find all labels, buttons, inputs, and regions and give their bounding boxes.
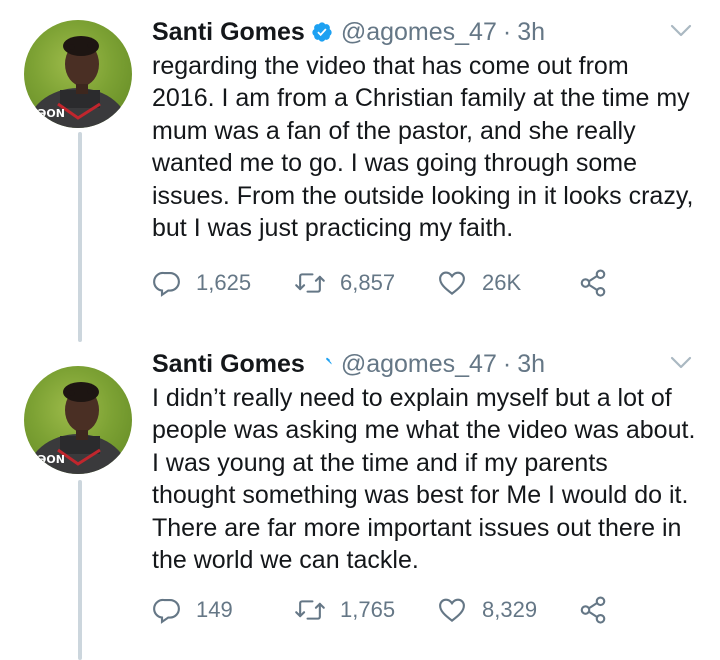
tweet-text-line: regarding the video that has come out fr… [152, 52, 629, 80]
tweet-content: Santi Gomes @agomes_47 · 3h regarding th… [152, 14, 700, 244]
share-icon [580, 269, 606, 297]
tweet-actions: 1,625 6,857 26K [152, 268, 608, 298]
timestamp[interactable]: 3h [517, 18, 545, 47]
tweet-text-line: I was young at the time and if my parent… [152, 448, 608, 477]
tweet-header: Santi Gomes @agomes_47 · 3h [152, 14, 700, 50]
share-button[interactable] [578, 268, 608, 298]
avatar[interactable]: ƏON [24, 20, 132, 128]
avatar-sponsor-text: ƏON [37, 107, 65, 120]
verified-badge-icon [311, 21, 333, 43]
reply-count: 149 [196, 597, 233, 622]
tweet-text-line: mum was a fan of the pastor, and she rea… [152, 116, 636, 145]
thread-connector-line [78, 132, 82, 342]
avatar-sponsor-text: ƏON [37, 453, 65, 466]
tweet-text-line: thought something was best for Me I woul… [152, 481, 689, 510]
reply-button[interactable]: 1,625 [152, 268, 294, 298]
thread-connector-line [78, 480, 82, 660]
retweet-button[interactable]: 6,857 [294, 268, 436, 298]
author-name[interactable]: Santi Gomes [152, 350, 305, 379]
author-handle[interactable]: @agomes_47 [341, 18, 497, 47]
share-button[interactable] [578, 595, 608, 625]
reply-icon [153, 271, 180, 297]
tweet-actions: 149 1,765 8,329 [152, 595, 608, 625]
like-count: 26K [482, 270, 522, 295]
retweet-icon [295, 600, 325, 620]
tweet[interactable]: ƏON Santi Gomes @agomes_47 · 3h regardin… [0, 0, 720, 342]
share-icon [580, 596, 606, 624]
player-photo-icon: ƏON [26, 36, 130, 128]
tweet-text-line: people was asking me what the video was … [152, 416, 696, 445]
player-photo-icon: ƏON [26, 382, 130, 474]
like-button[interactable]: 8,329 [436, 595, 578, 625]
tweet[interactable]: ƏON Santi Gomes @agomes_47 · 3h I didn’t… [0, 338, 720, 660]
tweet-text: regarding the video that has come out fr… [152, 50, 700, 244]
separator-dot: · [502, 17, 512, 46]
heart-icon [439, 271, 465, 295]
tweet-text-line: There are far more important issues out … [152, 513, 682, 542]
retweet-count: 6,857 [340, 270, 396, 295]
like-button[interactable]: 26K [436, 268, 578, 298]
tweet-text-line: issues. From the outside looking in it l… [152, 181, 694, 210]
avatar[interactable]: ƏON [24, 366, 132, 474]
tweet-header: Santi Gomes @agomes_47 · 3h [152, 346, 700, 382]
reply-icon [153, 598, 180, 624]
retweet-button[interactable]: 1,765 [294, 595, 436, 625]
chevron-down-icon[interactable] [670, 24, 692, 38]
retweet-count: 1,765 [340, 597, 396, 622]
tweet-text-line: I didn’t really need to explain myself b… [152, 384, 672, 412]
tweet-text-line: 2016. I am from a Christian family at th… [152, 84, 690, 113]
tweet-text: I didn’t really need to explain myself b… [152, 382, 700, 576]
tweet-text-line: but I was just practicing my faith. [152, 214, 514, 243]
tweet-text-line: wanted me to go. I was going through som… [152, 149, 638, 178]
timestamp[interactable]: 3h [517, 350, 545, 379]
like-count: 8,329 [482, 597, 538, 622]
author-name[interactable]: Santi Gomes [152, 18, 305, 47]
reply-button[interactable]: 149 [152, 595, 294, 625]
tweet-text-line: the world we can tackle. [152, 546, 419, 575]
chevron-down-icon[interactable] [670, 356, 692, 370]
reply-count: 1,625 [196, 270, 252, 295]
verified-badge-icon [311, 353, 333, 375]
retweet-icon [295, 273, 325, 293]
author-handle[interactable]: @agomes_47 [341, 350, 497, 379]
separator-dot: · [502, 349, 512, 378]
tweet-content: Santi Gomes @agomes_47 · 3h I didn’t rea… [152, 346, 700, 576]
heart-icon [439, 598, 465, 622]
